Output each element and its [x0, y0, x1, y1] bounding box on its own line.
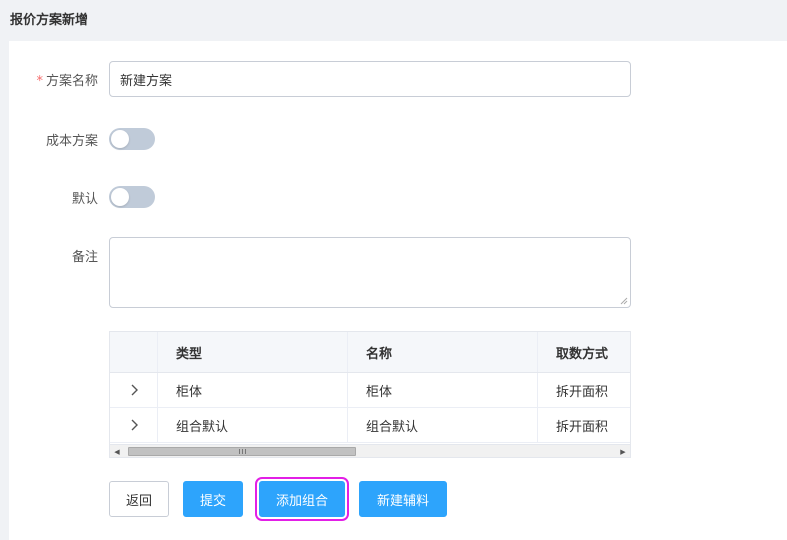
group-table: 类型 名称 取数方式 柜体 柜体 拆开面积 组合默认 组合默认 拆开面积 ◀ ▶ — [109, 331, 631, 458]
default-label-row: 默认 — [0, 188, 98, 207]
cost-label-row: 成本方案 — [0, 130, 98, 149]
scroll-left-arrow[interactable]: ◀ — [110, 445, 124, 457]
plan-name-input[interactable] — [109, 61, 631, 97]
table-row: 柜体 柜体 拆开面积 — [110, 373, 630, 408]
column-header-name: 名称 — [348, 332, 538, 372]
chevron-right-icon — [131, 419, 138, 431]
horizontal-scrollbar[interactable]: ◀ ▶ — [110, 444, 630, 457]
page-header: 报价方案新增 — [0, 0, 787, 40]
column-header-method: 取数方式 — [556, 346, 609, 362]
cost-plan-label: 成本方案 — [45, 134, 98, 149]
remark-textarea[interactable] — [109, 237, 631, 308]
add-group-button[interactable]: 添加组合 — [255, 477, 349, 521]
default-switch[interactable] — [109, 186, 155, 208]
scrollbar-grip-icon — [238, 449, 246, 454]
cell-name: 组合默认 — [348, 408, 538, 442]
expand-column-header — [110, 332, 158, 372]
remark-label: 备注 — [71, 250, 98, 265]
switch-knob — [111, 130, 129, 148]
cell-method: 拆开面积 — [556, 419, 609, 435]
row-expand-button[interactable] — [110, 408, 158, 442]
name-label: * 方案名称 — [36, 70, 98, 89]
required-mark: * — [36, 74, 43, 89]
table-row: 组合默认 组合默认 拆开面积 — [110, 408, 630, 443]
default-label: 默认 — [71, 192, 98, 207]
new-accessory-button[interactable]: 新建辅料 — [359, 481, 447, 517]
cell-name: 柜体 — [348, 373, 538, 407]
remark-label-row: 备注 — [0, 246, 98, 265]
switch-knob — [111, 188, 129, 206]
row-expand-button[interactable] — [110, 373, 158, 407]
resize-grip-icon[interactable] — [618, 295, 628, 305]
back-button[interactable]: 返回 — [109, 481, 169, 517]
name-label-row: * 方案名称 — [0, 70, 98, 89]
chevron-right-icon — [131, 384, 138, 396]
submit-button[interactable]: 提交 — [183, 481, 243, 517]
cell-method: 拆开面积 — [556, 384, 609, 400]
page-title: 报价方案新增 — [10, 13, 89, 28]
scroll-right-arrow[interactable]: ▶ — [616, 445, 630, 457]
cost-plan-switch[interactable] — [109, 128, 155, 150]
cell-type: 组合默认 — [158, 408, 348, 442]
column-header-type: 类型 — [158, 332, 348, 372]
table-header: 类型 名称 取数方式 — [110, 332, 630, 373]
name-label-text: 方案名称 — [45, 74, 98, 89]
cell-type: 柜体 — [158, 373, 348, 407]
scrollbar-thumb[interactable] — [128, 447, 356, 456]
